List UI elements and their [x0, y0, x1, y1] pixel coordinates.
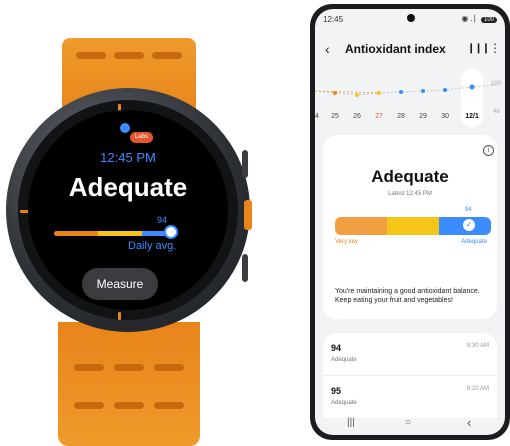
phone-screen: 12:45 ◉ .∣ 100 ‹ Antioxidant index ❙❙❙ ⋮… — [315, 9, 505, 435]
labs-badge: Labs — [130, 132, 154, 143]
trend-point — [469, 84, 475, 90]
trend-point — [399, 90, 403, 94]
trend-date: 26 — [353, 113, 361, 120]
watch-status: Adequate — [68, 172, 188, 202]
watch-daily-avg: Daily avg. — [128, 240, 177, 252]
watch-crown[interactable] — [244, 200, 252, 230]
battery-icon: 100 — [480, 17, 497, 23]
card-bar-low — [335, 217, 387, 235]
trend-date-selected: 12/1 — [465, 113, 479, 120]
record-status: Adequate — [331, 357, 357, 363]
record-time: 8:30 AM — [466, 343, 489, 349]
watch-side-button-top[interactable] — [242, 150, 248, 178]
y-axis-label-top: 100 — [491, 81, 502, 87]
trend-chart: 100 46 4 25 26 27 28 29 30 12/1 — [315, 67, 505, 129]
band-slot — [74, 364, 104, 371]
band-slot — [154, 364, 184, 371]
record-item[interactable]: 95 Adequate 8:20 AM — [323, 375, 497, 418]
trend-point — [377, 91, 381, 95]
trend-line — [315, 84, 498, 97]
watch-bar-low — [54, 231, 98, 236]
record-value: 95 — [331, 386, 342, 396]
home-icon[interactable]: ○ — [405, 417, 411, 428]
band-slot — [74, 402, 104, 409]
page-title: Antioxidant index — [345, 42, 446, 56]
trend-point — [333, 91, 337, 95]
band-slot — [76, 52, 106, 59]
trend-point — [421, 89, 425, 93]
trend-date: 27 — [375, 113, 383, 120]
band-slot — [152, 52, 182, 59]
y-axis-label-mid: 46 — [493, 109, 500, 115]
watch-bar-mid — [98, 231, 142, 236]
watch-marker — [164, 225, 178, 239]
watch-screen: Labs 12:45 PM Adequate 94 Daily avg. Mea… — [28, 110, 228, 310]
trend-point — [355, 93, 359, 97]
camera-cutout — [407, 14, 415, 22]
trend-date: 28 — [397, 113, 405, 120]
trend-date: 29 — [419, 113, 427, 120]
watch-band-bottom — [58, 322, 200, 446]
navigation-bar: ||| ○ ‹ — [315, 415, 505, 435]
status-bar: 12:45 ◉ .∣ 100 — [315, 9, 505, 29]
nav-back-icon[interactable]: ‹ — [467, 415, 471, 430]
record-time: 8:20 AM — [466, 386, 489, 392]
bar-chart-icon[interactable]: ❙❙❙ — [467, 43, 490, 54]
watch-value: 94 — [157, 215, 168, 225]
band-slot — [114, 402, 144, 409]
status-time: 12:45 — [323, 15, 344, 24]
more-options-icon[interactable]: ⋮ — [489, 41, 501, 55]
record-status: Adequate — [331, 400, 357, 406]
measure-button[interactable]: Measure — [82, 268, 158, 300]
card-value: 94 — [465, 207, 472, 213]
very-low-label: Very low — [335, 239, 358, 245]
record-item[interactable]: 94 Adequate 8:30 AM — [323, 333, 497, 375]
band-slot — [114, 364, 144, 371]
status-card: i Adequate Latest 12:45 PM 94 ✓ Very low… — [323, 135, 497, 319]
trend-date: 30 — [441, 113, 449, 120]
card-status: Adequate — [371, 167, 449, 186]
record-value: 94 — [331, 343, 342, 353]
recents-icon[interactable]: ||| — [347, 417, 355, 428]
card-latest: Latest 12:45 PM — [388, 191, 432, 197]
app-header: ‹ Antioxidant index ❙❙❙ ⋮ — [315, 39, 505, 63]
status-icons: ◉ .∣ 100 — [461, 14, 497, 23]
watch-time: 12:45 PM — [100, 150, 156, 165]
card-bar-mid — [387, 217, 439, 235]
band-slot — [154, 402, 184, 409]
trend-date: 25 — [331, 113, 339, 120]
card-message: You're maintaining a good antioxidant ba… — [335, 288, 480, 304]
adequate-label: Adequate — [461, 239, 487, 245]
watch-side-button-bottom[interactable] — [242, 254, 248, 282]
info-icon[interactable]: i — [483, 145, 494, 156]
band-slot — [114, 52, 144, 59]
bezel-tick — [118, 312, 121, 320]
signal-icon: ◉ .∣ — [461, 14, 477, 23]
trend-date: 4 — [315, 113, 319, 120]
check-icon: ✓ — [463, 219, 475, 231]
trend-point — [443, 88, 447, 92]
back-icon[interactable]: ‹ — [325, 41, 330, 57]
